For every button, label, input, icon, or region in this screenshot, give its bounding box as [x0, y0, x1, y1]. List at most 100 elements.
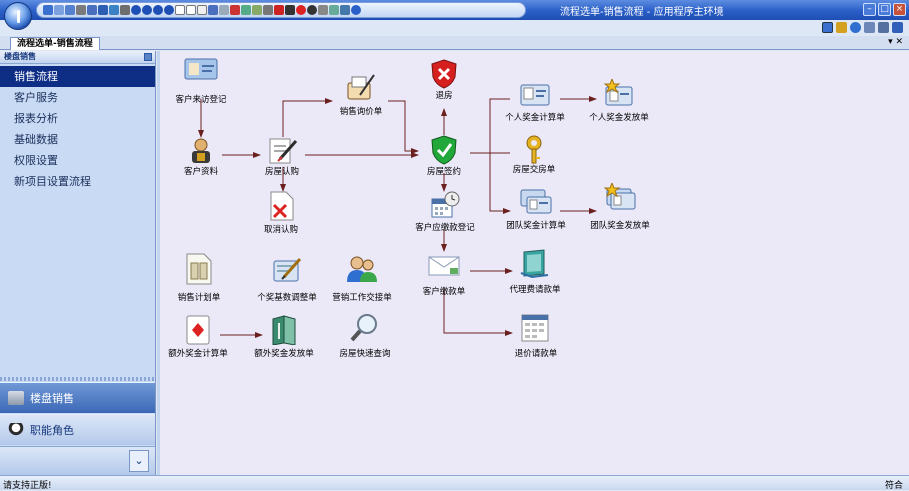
help-icon[interactable]: [892, 22, 903, 33]
layout-icon[interactable]: [822, 22, 833, 33]
toolbar-last-icon[interactable]: [164, 5, 174, 15]
flow-node-house-contract[interactable]: 房屋签约: [427, 135, 461, 177]
tab-controls[interactable]: ▾ ✕: [888, 36, 903, 49]
pin-icon[interactable]: [878, 22, 889, 33]
toolbar-new-icon[interactable]: [43, 5, 53, 15]
toolbar-approve-icon[interactable]: [307, 5, 317, 15]
toolbar-export-icon[interactable]: [329, 5, 339, 15]
toolbar-save-icon[interactable]: [208, 5, 218, 15]
toolbar-delete-icon[interactable]: [230, 5, 240, 15]
flow-node-personal-bonus-pay[interactable]: 个人奖金发放单: [589, 77, 649, 123]
team-star-icon: [603, 181, 636, 210]
document-tab-strip: 流程选单-销售流程 ▾ ✕: [0, 36, 909, 50]
sidebar-item-basic-data[interactable]: 基础数据: [0, 129, 155, 150]
toolbar-help-icon[interactable]: [351, 5, 361, 15]
sidebar-footer: ⌄: [0, 446, 155, 475]
sidebar-item-report-analysis[interactable]: 报表分析: [0, 108, 155, 129]
toolbar-find-icon[interactable]: [120, 5, 130, 15]
globe-icon[interactable]: [850, 22, 861, 33]
flow-node-personal-bonus-calc[interactable]: 个人奖金计算单: [505, 83, 565, 123]
category-label: 职能角色: [30, 424, 74, 437]
minimize-button[interactable]: –: [863, 3, 876, 16]
subscription-doc-icon: [269, 138, 298, 164]
visitor-card-icon: [184, 58, 218, 80]
flow-node-extra-bonus-pay[interactable]: 额外奖金发放单: [254, 315, 314, 359]
toolbar-attach-icon[interactable]: [263, 5, 273, 15]
playing-card-icon: [186, 315, 210, 345]
toolbar-doc-icon[interactable]: [175, 5, 185, 15]
maximize-button[interactable]: □: [878, 3, 891, 16]
flow-node-bonus-base-adjust[interactable]: 个奖基数调整单: [257, 257, 317, 303]
toolbar-tools-icon[interactable]: [54, 5, 64, 15]
toolbar-copy-icon[interactable]: [186, 5, 196, 15]
flow-node-work-handover[interactable]: 营销工作交接单: [332, 255, 392, 303]
category-functional-roles[interactable]: 职能角色: [0, 414, 155, 445]
toolbar-next-icon[interactable]: [153, 5, 163, 15]
flow-node-visit-register[interactable]: 客户来访登记: [175, 57, 227, 105]
sidebar-header: 楼盘销售: [0, 51, 155, 64]
flow-node-sales-plan[interactable]: 销售计划单: [178, 253, 220, 303]
toolbar-import-icon[interactable]: [340, 5, 350, 15]
toolbar-user-icon[interactable]: [274, 5, 284, 15]
flow-node-sales-quote[interactable]: 销售询价单: [340, 73, 382, 117]
red-shield-icon: [431, 59, 457, 89]
sidebar-item-new-project-flow[interactable]: 新项目设置流程: [0, 171, 155, 192]
sidebar-header-label: 楼盘销售: [4, 52, 36, 61]
toolbar-first-icon[interactable]: [131, 5, 141, 15]
envelope-icon: [428, 256, 460, 276]
toolbar-paste-icon[interactable]: [197, 5, 207, 15]
key-icon: [526, 135, 542, 164]
flow-node-payable-register[interactable]: 客户应缴款登记: [415, 191, 475, 233]
flow-node-extra-bonus-calc[interactable]: 额外奖金计算单: [168, 315, 228, 359]
flow-node-house-subscribe[interactable]: 房屋认购: [265, 135, 299, 177]
quote-icon: [347, 74, 375, 100]
id-card-icon: [520, 84, 550, 106]
toolbar-link-icon[interactable]: [241, 5, 251, 15]
toolbar-tree-icon[interactable]: [98, 5, 108, 15]
toolbar-undo-icon[interactable]: [219, 5, 229, 15]
monitor-icon: [520, 249, 549, 279]
secondary-toolbar: [0, 20, 909, 36]
expand-categories-button[interactable]: ⌄: [129, 450, 149, 472]
sidebar-menu: 销售流程 客户服务 报表分析 基础数据 权限设置 新项目设置流程: [0, 66, 155, 192]
toolbar-window-icon[interactable]: [87, 5, 97, 15]
tab-sales-flow[interactable]: 流程选单-销售流程: [10, 37, 100, 50]
flow-node-refund-request[interactable]: 退价请款单: [515, 313, 557, 359]
toolbar-prev-icon[interactable]: [142, 5, 152, 15]
users-icon: [347, 256, 377, 282]
skin-icon[interactable]: [836, 22, 847, 33]
flow-node-team-bonus-pay[interactable]: 团队奖金发放单: [590, 181, 650, 231]
flow-canvas: 客户来访登记 客户资料 房屋认购 取消认购 销售询价单 退房 房屋签约 客户应缴…: [160, 51, 909, 475]
toolbar-filter-icon[interactable]: [109, 5, 119, 15]
flow-node-cancel-subscribe[interactable]: 取消认购: [264, 191, 298, 235]
sidebar-pin-icon[interactable]: [144, 53, 152, 61]
toolbar-print-icon[interactable]: [76, 5, 86, 15]
toolbar-group-icon[interactable]: [285, 5, 295, 15]
close-button[interactable]: ×: [893, 3, 906, 16]
toolbar-sort-icon[interactable]: [65, 5, 75, 15]
sidebar-item-permissions[interactable]: 权限设置: [0, 150, 155, 171]
flow-node-customer-info[interactable]: 客户资料: [184, 135, 218, 177]
navigation-sidebar: 楼盘销售 销售流程 客户服务 报表分析 基础数据 权限设置 新项目设置流程 楼盘…: [0, 51, 156, 475]
sidebar-item-sales-flow[interactable]: 销售流程: [0, 66, 155, 87]
flow-node-team-bonus-calc[interactable]: 团队奖金计算单: [506, 189, 566, 231]
connector-contract-to-bonus: [470, 98, 510, 154]
flow-node-customer-payment[interactable]: 客户缴款单: [423, 253, 465, 297]
toolbar-grid-icon[interactable]: [318, 5, 328, 15]
app-menu-orb-icon[interactable]: [4, 2, 32, 30]
window-list-icon[interactable]: [864, 22, 875, 33]
flow-node-house-handover[interactable]: 房屋交房单: [513, 135, 555, 175]
sidebar-resize-grip[interactable]: [0, 377, 155, 381]
flow-node-agency-fee-request[interactable]: 代理费请款单: [509, 249, 561, 295]
window-title: 流程选单-销售流程 - 应用程序主环境: [560, 7, 724, 18]
window-controls: – □ ×: [863, 3, 906, 16]
toolbar-edit-icon[interactable]: [252, 5, 262, 15]
flow-node-checkout[interactable]: 退房: [430, 59, 458, 101]
flow-node-house-quick-search[interactable]: 房屋快速查询: [339, 313, 391, 359]
sidebar-item-customer-service[interactable]: 客户服务: [0, 87, 155, 108]
calendar-clock-icon: [431, 191, 460, 218]
category-building-sales[interactable]: 楼盘销售: [0, 382, 155, 413]
toolbar-cancel-icon[interactable]: [296, 5, 306, 15]
locked-user-icon: [192, 138, 210, 163]
pen-pad-icon: [273, 258, 302, 282]
